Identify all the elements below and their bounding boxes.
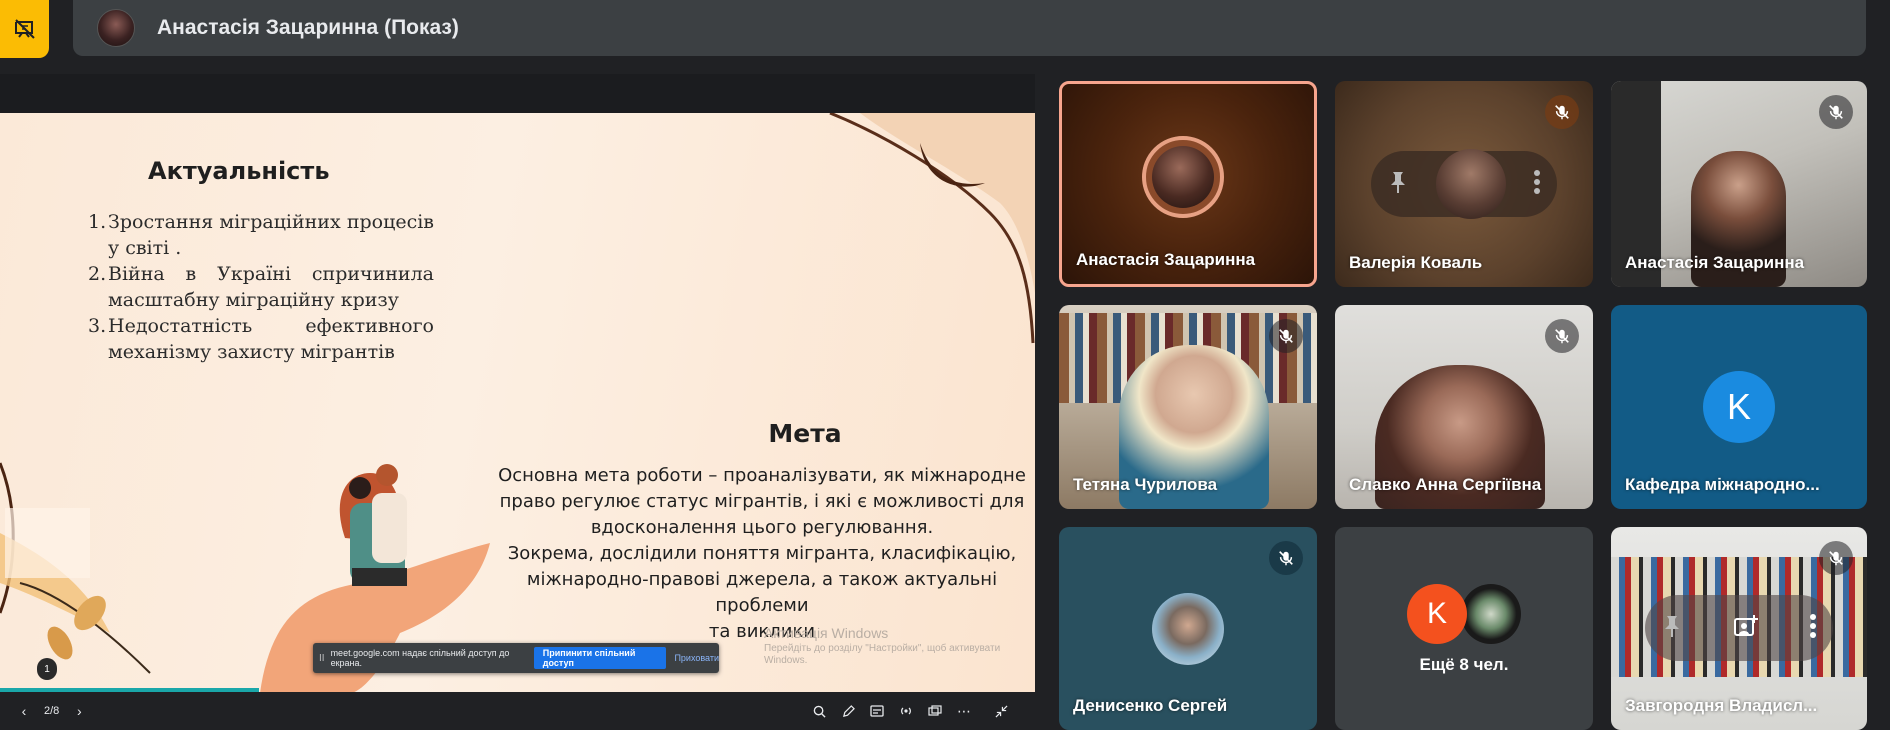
mic-off-icon: [1819, 95, 1853, 129]
comment-bubble[interactable]: 1: [37, 658, 57, 680]
participant-name: Валерія Коваль: [1349, 253, 1483, 272]
add-to-frame-icon[interactable]: [1733, 614, 1759, 643]
pen-icon[interactable]: [836, 699, 860, 723]
windows-activation-watermark: Активація Windows Перейдіть до розділу "…: [764, 625, 1001, 666]
broadcast-icon[interactable]: [894, 699, 918, 723]
share-banner-text: meet.google.com надає спільний доступ до…: [330, 648, 510, 668]
captions-icon[interactable]: [865, 699, 889, 723]
avatar: K: [1407, 584, 1467, 644]
participant-name: Тетяна Чурилова: [1073, 475, 1218, 494]
slideshow-controls: ‹ 2/8 › ⋯: [0, 692, 1035, 730]
others-count: Ещё 8 чел.: [1419, 655, 1509, 674]
drag-handle-icon[interactable]: II: [319, 653, 325, 664]
next-slide-icon[interactable]: ›: [67, 699, 91, 723]
participant-tile[interactable]: Тетяна Чурилова: [1059, 305, 1317, 509]
page-indicator: 2/8: [44, 705, 60, 717]
participant-tile[interactable]: Валерія Коваль: [1335, 81, 1593, 287]
relevance-list: 1. Зростання міграційних процесів у світі…: [88, 209, 434, 365]
exit-fullscreen-icon[interactable]: [989, 699, 1013, 723]
participant-name: Завгородня Владисл...: [1625, 696, 1818, 715]
participant-name: Славко Анна Сергіївна: [1349, 475, 1542, 494]
stop-sharing-button[interactable]: Припинити спільний доступ: [533, 647, 667, 669]
participant-name: Кафедра міжнародно...: [1625, 475, 1820, 494]
participant-tile[interactable]: Анастасія Зацаринна: [1059, 81, 1317, 287]
participant-tile[interactable]: Славко Анна Сергіївна: [1335, 305, 1593, 509]
zoom-icon[interactable]: [807, 699, 831, 723]
more-vert-icon[interactable]: [1809, 613, 1817, 644]
avatar-photo: [1152, 146, 1214, 208]
mic-off-icon: [1269, 319, 1303, 353]
mic-off-icon: [1819, 541, 1853, 575]
slide-title-goal: Мета: [768, 419, 842, 448]
more-vert-icon[interactable]: [1533, 169, 1541, 200]
participant-name: Денисенко Сергей: [1073, 696, 1228, 715]
mic-off-icon: [1545, 95, 1579, 129]
avatar: [1152, 593, 1224, 665]
screen-share-banner: II meet.google.com надає спільний доступ…: [313, 643, 719, 673]
participant-tile[interactable]: Денисенко Сергей: [1059, 527, 1317, 730]
slide-title-relevance: Актуальність: [148, 157, 330, 185]
avatar-photo: [1461, 584, 1521, 644]
prev-slide-icon[interactable]: ‹: [12, 699, 36, 723]
meet-window: { "presenter": {"name": "Анастасія Зацар…: [0, 0, 1890, 730]
presenter-banner: Анастасія Зацаринна (Показ): [73, 0, 1866, 56]
avatar: [97, 9, 135, 47]
mic-off-icon: [1269, 541, 1303, 575]
presenter-name: Анастасія Зацаринна (Показ): [157, 16, 459, 39]
mic-off-icon: [1545, 319, 1579, 353]
others-tile[interactable]: K Ещё 8 чел.: [1335, 527, 1593, 730]
participant-tile[interactable]: K Кафедра міжнародно...: [1611, 305, 1867, 509]
list-item: 2. Війна в Україні спричинила масштабну м…: [88, 263, 434, 311]
pin-icon[interactable]: [1661, 614, 1683, 643]
top-bar: Анастасія Зацаринна (Показ): [0, 0, 1890, 58]
participant-tile[interactable]: Завгородня Владисл...: [1611, 527, 1867, 730]
presentation-slide: Актуальність 1. Зростання міграційних про…: [0, 113, 1035, 693]
list-item: 3. Недостатність ефективного механізму за…: [88, 315, 434, 363]
tile-hover-controls: [1371, 149, 1557, 219]
avatar: [1436, 149, 1506, 219]
list-item: 1. Зростання міграційних процесів у світі…: [88, 211, 434, 259]
participant-tile[interactable]: Анастасія Зацаринна: [1611, 81, 1867, 287]
hide-banner-button[interactable]: Приховати: [674, 653, 719, 663]
tile-hover-controls: [1645, 595, 1833, 661]
layout-icon[interactable]: [923, 699, 947, 723]
participant-name: Анастасія Зацаринна: [1076, 250, 1256, 269]
avatar: K: [1703, 371, 1775, 443]
participant-name: Анастасія Зацаринна: [1625, 253, 1805, 272]
presentation-off-icon[interactable]: [0, 0, 49, 58]
more-options-icon[interactable]: ⋯: [952, 699, 976, 723]
slide-goal-text: Основна мета роботи – проаналізувати, як…: [498, 465, 1026, 642]
shared-screen: Актуальність 1. Зростання міграційних про…: [0, 74, 1035, 730]
pin-icon[interactable]: [1387, 170, 1409, 199]
